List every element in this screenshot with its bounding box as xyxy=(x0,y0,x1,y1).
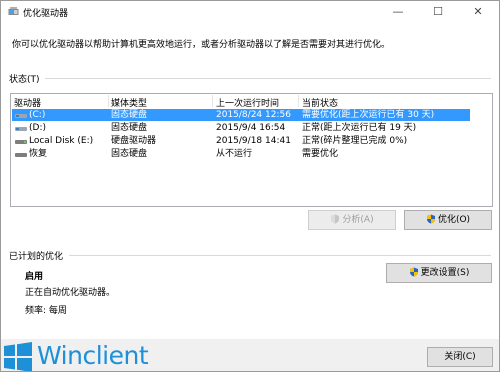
analyze-button[interactable]: 分析(A) xyxy=(308,210,396,230)
last-run-time: 2015/9/4 16:54 xyxy=(216,123,286,133)
drive-icon xyxy=(15,151,27,157)
brand-watermark: Winclient xyxy=(37,341,149,370)
maximize-button[interactable]: ☐ xyxy=(418,1,458,23)
close-window-button[interactable]: ✕ xyxy=(458,1,498,23)
optimize-drives-window: 优化驱动器 — ☐ ✕ 你可以优化驱动器以帮助计算机更高效地运行，或者分析驱动器… xyxy=(0,0,500,372)
scheduled-divider xyxy=(69,255,491,256)
current-status: 正常(碎片整理已完成 0%) xyxy=(302,136,408,146)
analyze-button-label: 分析(A) xyxy=(342,215,374,225)
change-settings-label: 更改设置(S) xyxy=(420,268,470,278)
shield-icon xyxy=(330,213,340,224)
drive-name: (C:) xyxy=(29,110,46,120)
column-header-last-run[interactable]: 上一次运行时间 xyxy=(216,96,279,109)
media-type: 硬盘驱动器 xyxy=(111,136,157,146)
last-run-time: 2015/9/18 14:41 xyxy=(216,136,291,146)
drive-icon xyxy=(15,112,27,118)
optimize-button[interactable]: 优化(O) xyxy=(404,210,492,230)
media-type: 固态硬盘 xyxy=(111,123,148,133)
drive-list-header: 驱动器 媒体类型 上一次运行时间 当前状态 xyxy=(11,94,492,109)
media-type: 固态硬盘 xyxy=(111,149,148,159)
current-status: 需要优化 xyxy=(302,149,339,159)
schedule-detail: 正在自动优化驱动器。 xyxy=(25,288,116,298)
drive-row[interactable]: (D:) 固态硬盘 2015/9/4 16:54 正常(距上次运行已有 19 天… xyxy=(12,122,470,134)
drive-icon xyxy=(15,125,27,131)
current-status: 正常(距上次运行已有 19 天) xyxy=(302,123,417,133)
drive-row[interactable]: (C:) 固态硬盘 2015/8/24 12:56 需要优化(距上次运行已有 3… xyxy=(12,109,470,121)
drive-name: Local Disk (E:) xyxy=(29,136,94,146)
shield-icon xyxy=(426,213,436,224)
last-run-time: 2015/8/24 12:56 xyxy=(216,110,291,120)
status-divider xyxy=(45,78,491,79)
drive-row[interactable]: 恢复 固态硬盘 从不运行 需要优化 xyxy=(12,148,470,160)
drive-name: 恢复 xyxy=(29,149,48,159)
shield-icon xyxy=(409,266,419,277)
vertical-scrollbar[interactable] xyxy=(475,94,492,206)
column-header-drive[interactable]: 驱动器 xyxy=(14,96,41,109)
schedule-frequency: 频率: 每周 xyxy=(25,306,67,316)
drive-name: (D:) xyxy=(29,123,46,133)
drive-row[interactable]: Local Disk (E:) 硬盘驱动器 2015/9/18 14:41 正常… xyxy=(12,135,470,147)
minimize-button[interactable]: — xyxy=(378,1,418,23)
windows-logo-icon xyxy=(3,342,33,371)
last-run-time: 从不运行 xyxy=(216,149,253,159)
status-label: 状态(T) xyxy=(9,75,40,85)
column-divider[interactable] xyxy=(108,95,109,107)
description-text: 你可以优化驱动器以帮助计算机更高效地运行，或者分析驱动器以了解是否需要对其进行优… xyxy=(12,40,391,50)
drive-list[interactable]: 驱动器 媒体类型 上一次运行时间 当前状态 (C:) 固态硬盘 2015/8/2… xyxy=(10,93,493,207)
drive-icon xyxy=(15,138,27,144)
window-title: 优化驱动器 xyxy=(23,9,69,19)
column-header-current-status[interactable]: 当前状态 xyxy=(302,96,338,109)
close-button[interactable]: 关闭(C) xyxy=(427,347,493,367)
change-settings-button[interactable]: 更改设置(S) xyxy=(386,263,492,283)
close-button-label: 关闭(C) xyxy=(444,352,476,362)
title-bar: 优化驱动器 — ☐ ✕ xyxy=(1,1,499,23)
media-type: 固态硬盘 xyxy=(111,110,148,120)
scheduled-optimization-label: 已计划的优化 xyxy=(9,252,64,262)
defrag-app-icon xyxy=(8,6,19,17)
column-divider[interactable] xyxy=(212,95,213,107)
schedule-state: 启用 xyxy=(25,272,44,282)
optimize-button-label: 优化(O) xyxy=(437,215,471,225)
column-divider[interactable] xyxy=(298,95,299,107)
current-status: 需要优化(距上次运行已有 30 天) xyxy=(302,110,435,120)
column-header-media-type[interactable]: 媒体类型 xyxy=(111,96,147,109)
